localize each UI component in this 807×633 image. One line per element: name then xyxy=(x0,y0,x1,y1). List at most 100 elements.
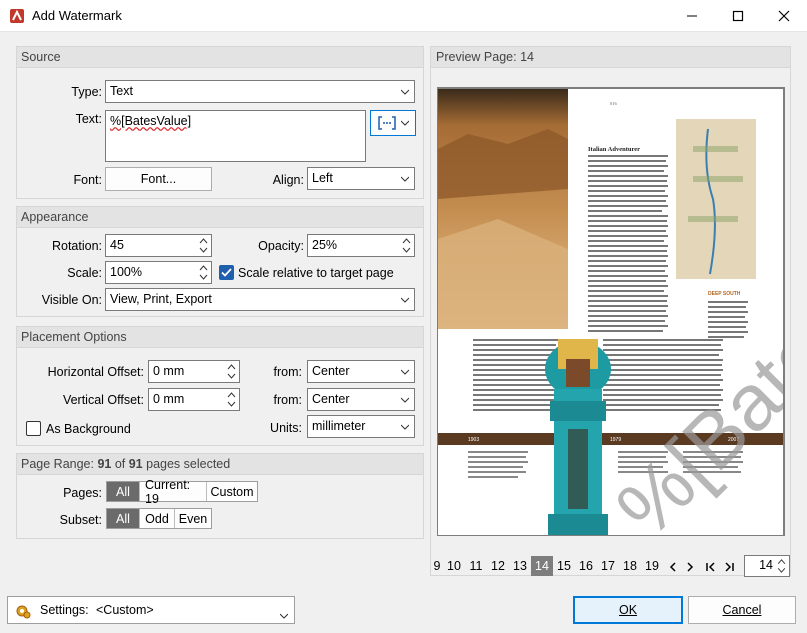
page-link[interactable]: 19 xyxy=(641,556,663,576)
align-label: Align: xyxy=(272,173,304,187)
placement-header: Placement Options xyxy=(17,327,423,348)
spinner-arrows-icon[interactable] xyxy=(401,236,412,255)
text-input[interactable]: %[BatesValue] xyxy=(105,110,366,162)
spinner-arrows-icon[interactable] xyxy=(198,263,209,282)
type-label: Type: xyxy=(71,85,102,99)
ok-button[interactable]: OK xyxy=(573,596,683,624)
rotation-spinner[interactable]: 45 xyxy=(105,234,212,257)
spinner-arrows-icon[interactable] xyxy=(226,390,237,409)
page-number-value: 14 xyxy=(759,558,773,572)
units-label: Units: xyxy=(270,421,302,435)
pages-current-option[interactable]: Current: 19 xyxy=(140,478,207,506)
rotation-value: 45 xyxy=(110,238,124,252)
spinner-arrows-icon[interactable] xyxy=(776,557,787,575)
type-value: Text xyxy=(110,84,133,98)
horizontal-offset-label: Horizontal Offset: xyxy=(47,365,144,379)
opacity-value: 25% xyxy=(312,238,338,252)
pages-custom-option[interactable]: Custom xyxy=(207,482,257,501)
subset-all-option[interactable]: All xyxy=(107,509,140,528)
vertical-from-label: from: xyxy=(273,393,302,407)
previous-page-icon[interactable] xyxy=(669,561,677,575)
as-background-label[interactable]: As Background xyxy=(46,422,131,436)
page-link[interactable]: 9 xyxy=(431,556,443,576)
as-background-checkbox[interactable] xyxy=(26,421,41,436)
svg-text:016: 016 xyxy=(610,101,618,106)
title-bar: Add Watermark xyxy=(0,0,807,32)
pages-all-option[interactable]: All xyxy=(107,482,140,501)
horizontal-from-label: from: xyxy=(273,365,302,379)
font-button[interactable]: Font... xyxy=(105,167,212,191)
pages-segmented-control: All Current: 19 Custom xyxy=(106,478,258,506)
type-select[interactable]: Text xyxy=(105,80,415,103)
pages-label: Pages: xyxy=(63,486,102,500)
page-link[interactable]: 13 xyxy=(509,556,531,576)
opacity-spinner[interactable]: 25% xyxy=(307,234,415,257)
units-select[interactable]: millimeter xyxy=(307,415,415,438)
spinner-arrows-icon[interactable] xyxy=(226,362,237,381)
page-link[interactable]: 18 xyxy=(619,556,641,576)
preview-header: Preview Page: 14 xyxy=(431,47,790,68)
preview-page-image: 016 Italian Adventurer DEEP SOUTH 1903 1… xyxy=(438,89,783,535)
align-value: Left xyxy=(312,171,333,185)
close-button[interactable] xyxy=(761,0,807,32)
horizontal-offset-spinner[interactable]: 0 mm xyxy=(148,360,240,383)
horizontal-from-select[interactable]: Center xyxy=(307,360,415,383)
page-range-header: Page Range: 91 of 91 pages selected xyxy=(17,454,423,475)
gear-icon xyxy=(13,602,31,623)
svg-text:Italian Adventurer: Italian Adventurer xyxy=(588,146,640,153)
first-page-icon[interactable] xyxy=(706,561,716,575)
page-link[interactable]: 10 xyxy=(443,556,465,576)
statue-figure xyxy=(545,339,611,535)
subset-odd-option[interactable]: Odd xyxy=(140,509,175,528)
last-page-icon[interactable] xyxy=(724,561,734,575)
vertical-offset-label: Vertical Offset: xyxy=(62,393,144,407)
vertical-offset-value: 0 mm xyxy=(153,392,185,406)
next-page-icon[interactable] xyxy=(686,561,694,575)
text-label: Text: xyxy=(75,112,102,126)
vertical-from-select[interactable]: Center xyxy=(307,388,415,411)
vertical-from-value: Center xyxy=(312,392,350,406)
app-logo-icon xyxy=(9,8,25,24)
minimize-button[interactable] xyxy=(669,0,715,32)
subset-even-option[interactable]: Even xyxy=(175,509,211,528)
page-link[interactable]: 15 xyxy=(553,556,575,576)
appearance-header: Appearance xyxy=(17,207,423,228)
spinner-arrows-icon[interactable] xyxy=(198,236,209,255)
horizontal-from-value: Center xyxy=(312,364,350,378)
page-link-current[interactable]: 14 xyxy=(531,556,553,576)
maximize-button[interactable] xyxy=(715,0,761,32)
font-label: Font: xyxy=(73,173,103,187)
insert-macro-button[interactable] xyxy=(370,110,416,136)
visible-on-select[interactable]: View, Print, Export xyxy=(105,288,415,311)
window-title: Add Watermark xyxy=(32,8,122,23)
preview-panel: Preview Page: 14 016 Italian Adventurer … xyxy=(430,46,792,577)
cancel-button[interactable]: Cancel xyxy=(688,596,796,624)
chevron-down-icon xyxy=(401,120,409,126)
vertical-offset-spinner[interactable]: 0 mm xyxy=(148,388,240,411)
settings-label: Settings: xyxy=(40,603,89,617)
scale-value: 100% xyxy=(110,265,142,279)
scale-spinner[interactable]: 100% xyxy=(105,261,212,284)
align-select[interactable]: Left xyxy=(307,167,415,190)
page-navigator: 9 10 11 12 13 14 15 16 17 18 19 14 xyxy=(431,555,792,577)
visible-on-value: View, Print, Export xyxy=(110,292,212,306)
scale-relative-checkbox[interactable] xyxy=(219,265,234,280)
svg-text:DEEP SOUTH: DEEP SOUTH xyxy=(708,291,741,297)
page-link[interactable]: 12 xyxy=(487,556,509,576)
scale-label: Scale: xyxy=(67,266,102,280)
checkmark-icon xyxy=(221,268,232,277)
rotation-label: Rotation: xyxy=(51,239,102,253)
svg-text:1979: 1979 xyxy=(610,437,621,443)
page-number-input[interactable]: 14 xyxy=(744,555,790,577)
page-link[interactable]: 17 xyxy=(597,556,619,576)
watermark-text: %[Bates xyxy=(600,280,783,535)
horizontal-offset-value: 0 mm xyxy=(153,364,185,378)
macro-brackets-icon xyxy=(378,116,396,130)
scale-relative-label[interactable]: Scale relative to target page xyxy=(238,266,394,280)
chevron-down-icon xyxy=(401,89,409,95)
opacity-label: Opacity: xyxy=(258,239,304,253)
preview-page-frame: 016 Italian Adventurer DEEP SOUTH 1903 1… xyxy=(437,87,785,536)
page-link[interactable]: 16 xyxy=(575,556,597,576)
settings-select[interactable]: Settings: <Custom> xyxy=(7,596,295,624)
page-link[interactable]: 11 xyxy=(465,556,487,576)
